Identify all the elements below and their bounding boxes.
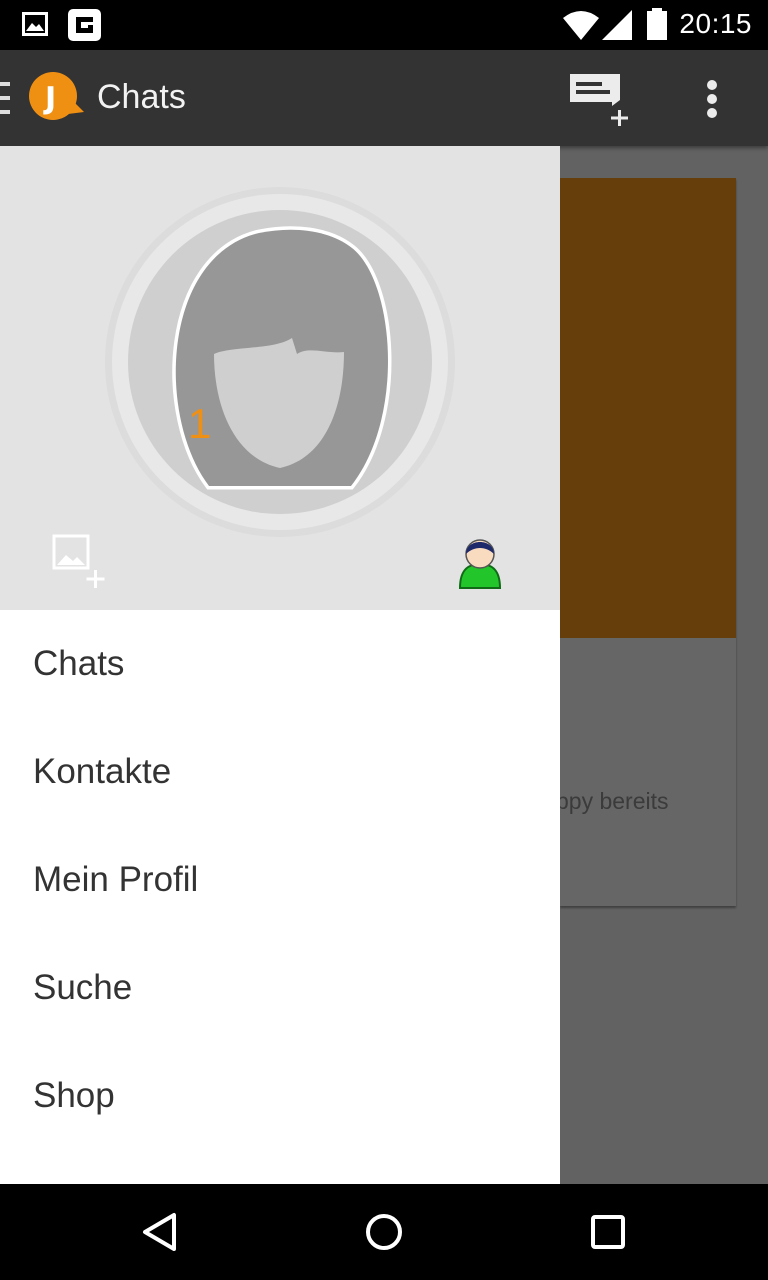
drawer-item-label: Chats: [33, 644, 125, 683]
profile-badge-number: 1: [188, 400, 211, 447]
user-status-icon[interactable]: [456, 534, 504, 590]
battery-icon: [647, 8, 667, 40]
cell-signal-icon: [602, 10, 632, 40]
back-icon[interactable]: [140, 1212, 180, 1252]
chat-card: ppy bereits: [556, 178, 736, 906]
profile-header: 1: [0, 146, 560, 610]
new-chat-icon[interactable]: [568, 72, 634, 128]
drawer-item-label: Suche: [33, 968, 133, 1007]
wifi-icon: [563, 11, 599, 40]
drawer-item-label: Shop: [33, 1076, 115, 1115]
chat-card-image: [560, 178, 736, 638]
status-bar: 20:15: [0, 0, 768, 50]
drawer-item-shop[interactable]: Shop: [0, 1042, 560, 1150]
image-notification-icon: [22, 12, 48, 36]
drawer-item-kontakte[interactable]: Kontakte: [0, 718, 560, 826]
drawer-item-suche[interactable]: Suche: [0, 934, 560, 1042]
drawer-item-label: Mein Profil: [33, 860, 199, 899]
system-nav-bar: [0, 1184, 768, 1280]
action-bar: J Chats: [0, 50, 768, 146]
overflow-menu-icon[interactable]: [698, 80, 728, 120]
home-icon[interactable]: [364, 1212, 404, 1252]
drawer-item-chats[interactable]: Chats: [0, 610, 560, 718]
drawer-item-mein-profil[interactable]: Mein Profil: [0, 826, 560, 934]
default-avatar-icon[interactable]: 1: [104, 186, 456, 538]
recents-icon[interactable]: [590, 1214, 626, 1250]
drawer-toggle-icon[interactable]: [0, 80, 12, 116]
clock: 20:15: [679, 8, 752, 39]
navigation-drawer: 1 Chats Kontakte Mein Profil Suche Shop: [0, 146, 560, 1184]
app-notification-icon: [68, 9, 101, 41]
drawer-item-label: Kontakte: [33, 752, 172, 791]
logo-letter: J: [43, 81, 56, 116]
chat-card-snippet: ppy bereits: [556, 788, 669, 814]
add-picture-icon[interactable]: [52, 534, 110, 592]
app-logo[interactable]: J: [28, 70, 86, 124]
page-title: Chats: [97, 78, 186, 116]
